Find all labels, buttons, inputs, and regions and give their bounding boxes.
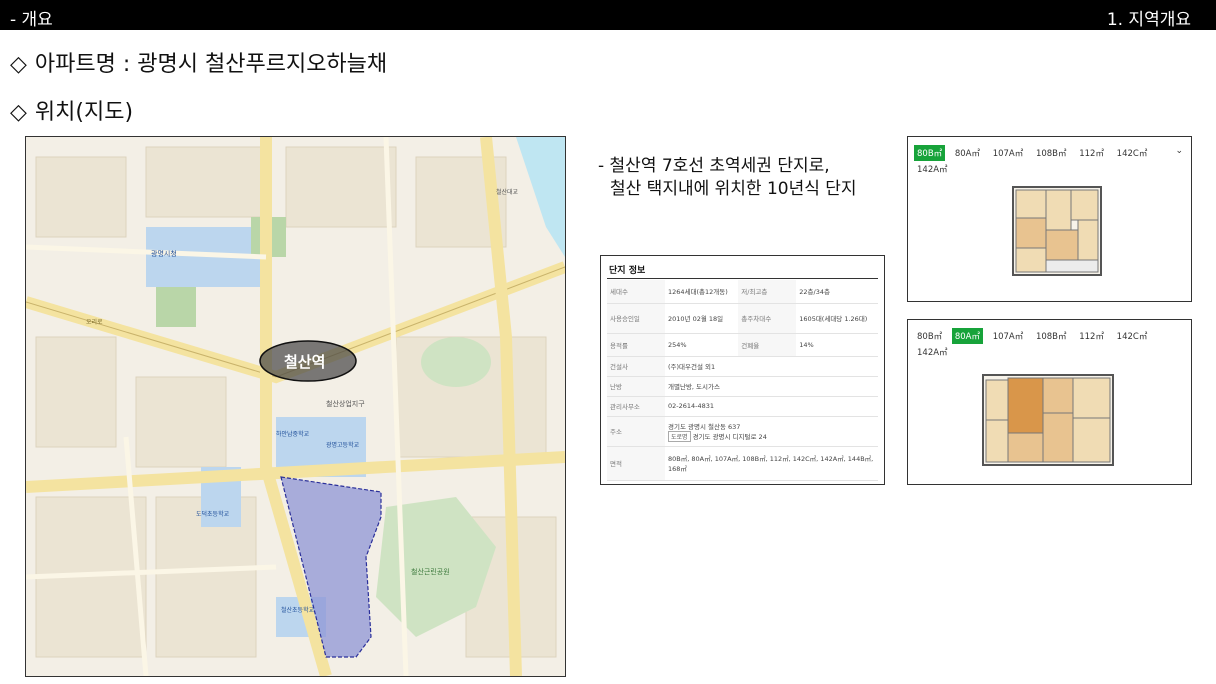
location-map[interactable]: 광명시청 철산상업지구 도덕초등학교 철산초등학교 광명고등학교 하안남중학교 … (25, 136, 566, 677)
table-row: 세대수 1264세대(총12개동) 저/최고층 22층/34층 (607, 280, 878, 304)
divider (607, 278, 878, 279)
section-label: - 개요 (10, 10, 53, 30)
info-value: 22층/34층 (796, 280, 878, 304)
info-title: 단지 정보 (609, 266, 646, 276)
station-label: 철산역 (284, 353, 326, 371)
info-value: 1605대(세대당 1.26대) (796, 303, 878, 334)
info-key: 저/최고층 (738, 280, 797, 304)
location-title: 위치(지도) (34, 100, 134, 125)
map-label-city-hall: 광명시청 (151, 250, 177, 258)
map-label-bridge: 철산대교 (496, 189, 519, 196)
info-key: 총주차대수 (738, 303, 797, 334)
table-row: 주소 경기도 광명시 철산동 637 도로명 경기도 광명시 디지털로 24 (607, 416, 878, 447)
description-line-2: 철산 택지내에 위치한 10년식 단지 (610, 179, 857, 199)
map-label-school-1: 도덕초등학교 (196, 511, 230, 518)
floor-plan-drawing (982, 374, 1114, 466)
top-bar: - 개요 1. 지역개요 (0, 0, 1216, 30)
table-row: 난방 개별난방, 도시가스 (607, 376, 878, 397)
table-row: 면적 80B㎡, 80A㎡, 107A㎡, 108B㎡, 112㎡, 142C㎡… (607, 446, 878, 481)
road-name-tag: 도로명 (668, 430, 691, 442)
address-road: 도로명 경기도 광명시 디지털로 24 (668, 430, 875, 442)
address-lot: 경기도 광명시 철산동 637 (668, 422, 741, 431)
map-label-school-3: 광명고등학교 (326, 442, 360, 449)
location-heading: ◇ 위치(지도) (10, 94, 133, 126)
map-label-commercial: 철산상업지구 (326, 400, 365, 408)
diamond-icon: ◇ (10, 100, 27, 125)
diamond-icon: ◇ (10, 52, 27, 77)
apartment-heading: ◇ 아파트명 : 광명시 철산푸르지오하늘채 (10, 46, 387, 78)
map-drawing (26, 137, 565, 676)
floor-plan-drawing (1012, 186, 1102, 276)
info-key: 주소 (607, 416, 665, 447)
info-key: 건폐율 (738, 333, 797, 357)
road-address: 경기도 광명시 디지털로 24 (692, 432, 767, 441)
park (421, 337, 491, 387)
info-value: 02-2614-4831 (665, 396, 878, 417)
info-value: 개별난방, 도시가스 (665, 376, 878, 397)
apartment-name: 아파트명 : 광명시 철산푸르지오하늘채 (34, 52, 388, 77)
info-table: 세대수 1264세대(총12개동) 저/최고층 22층/34층 사용승인일 20… (607, 280, 878, 481)
complex-info-card: 단지 정보 세대수 1264세대(총12개동) 저/최고층 22층/34층 사용… (600, 255, 885, 485)
info-value: (주)대우건설 외1 (665, 356, 878, 377)
table-row: 관리사무소 02-2614-4831 (607, 396, 878, 417)
floor-plan-card-80b: 80B㎡ 80A㎡ 107A㎡ 108B㎡ 112㎡ 142C㎡ 142A㎡ ⌄ (907, 136, 1192, 302)
info-key: 관리사무소 (607, 396, 665, 417)
info-key: 면적 (607, 446, 665, 481)
info-value: 80B㎡, 80A㎡, 107A㎡, 108B㎡, 112㎡, 142C㎡, 1… (665, 446, 878, 481)
table-row: 용적률 254% 건폐율 14% (607, 333, 878, 357)
map-label-school-4: 하안남중학교 (276, 431, 310, 438)
floor-plan-card-80a: 80B㎡ 80A㎡ 107A㎡ 108B㎡ 112㎡ 142C㎡ 142A㎡ (907, 319, 1192, 485)
map-label-park: 철산근린공원 (411, 568, 450, 576)
table-row: 사용승인일 2010년 02월 18일 총주차대수 1605대(세대당 1.26… (607, 303, 878, 334)
description: - 철산역 7호선 초역세권 단지로, 철산 택지내에 위치한 10년식 단지 (598, 155, 857, 201)
info-value: 1264세대(총12개동) (665, 280, 739, 304)
info-key: 세대수 (607, 280, 665, 304)
info-key: 난방 (607, 376, 665, 397)
info-value: 14% (796, 333, 878, 357)
field (156, 287, 196, 327)
river (516, 137, 565, 257)
chapter-label: 1. 지역개요 (1106, 10, 1191, 30)
map-label-road: 오리로 (86, 319, 103, 326)
info-key: 사용승인일 (607, 303, 665, 334)
table-row: 건설사 (주)대우건설 외1 (607, 356, 878, 377)
description-line-1: - 철산역 7호선 초역세권 단지로, (598, 156, 830, 176)
info-value: 2010년 02월 18일 (665, 303, 739, 334)
info-key: 건설사 (607, 356, 665, 377)
map-label-school-2: 철산초등학교 (281, 607, 315, 614)
info-value: 254% (665, 333, 739, 357)
info-key: 용적률 (607, 333, 665, 357)
info-value: 경기도 광명시 철산동 637 도로명 경기도 광명시 디지털로 24 (665, 416, 878, 447)
